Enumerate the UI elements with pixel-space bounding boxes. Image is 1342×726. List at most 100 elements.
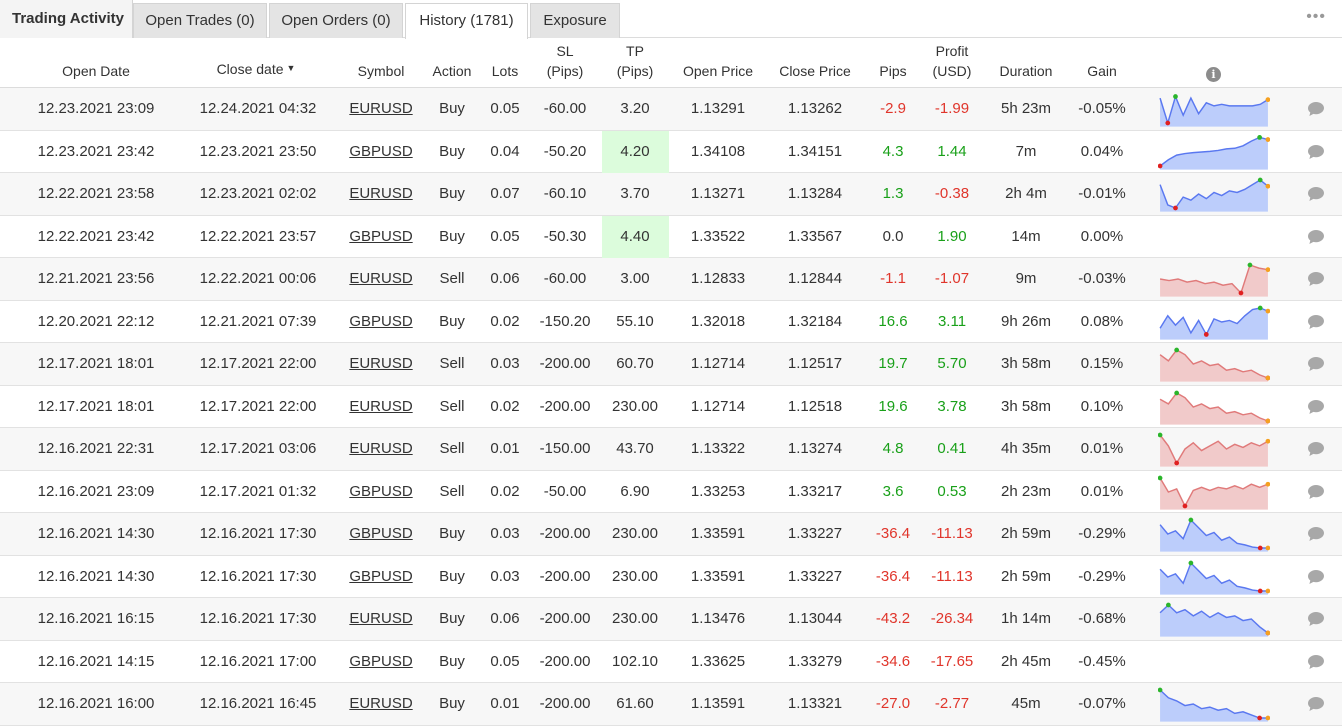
- comment-icon[interactable]: [1307, 271, 1325, 287]
- comment-icon[interactable]: [1307, 101, 1325, 117]
- sparkline-min-dot: [1174, 460, 1180, 466]
- info-icon[interactable]: i: [1206, 67, 1221, 82]
- cell-symbol[interactable]: GBPUSD: [349, 131, 412, 173]
- cell-gain: -0.29%: [1078, 525, 1126, 542]
- col-open-date[interactable]: Open Date: [62, 61, 130, 81]
- col-close-date[interactable]: Close date ▼: [217, 58, 296, 79]
- cell-symbol[interactable]: EURUSD: [349, 88, 412, 130]
- table-row[interactable]: 12.21.2021 23:56 12.22.2021 00:06 EURUSD Se…: [0, 258, 1342, 301]
- table-row[interactable]: 12.22.2021 23:58 12.23.2021 02:02 EURUSD Bu…: [0, 173, 1342, 216]
- table-row[interactable]: 12.16.2021 14:30 12.16.2021 17:30 GBPUSD Bu…: [0, 513, 1342, 556]
- cell-duration: 1h 14m: [1000, 610, 1052, 627]
- comment-icon[interactable]: [1307, 569, 1325, 585]
- cell-symbol[interactable]: EURUSD: [349, 343, 412, 385]
- cell-pips: 16.6: [878, 312, 908, 330]
- cell-close-date: 12.23.2021 23:50: [199, 142, 317, 160]
- cell-lots: 0.05: [490, 100, 520, 117]
- more-dots-icon[interactable]: •••: [1306, 8, 1326, 26]
- comment-icon[interactable]: [1307, 484, 1325, 500]
- cell-symbol[interactable]: GBPUSD: [349, 641, 412, 683]
- table-row[interactable]: 12.16.2021 14:30 12.16.2021 17:30 GBPUSD Bu…: [0, 555, 1342, 598]
- cell-symbol[interactable]: EURUSD: [349, 386, 412, 428]
- col-action[interactable]: Action: [433, 61, 472, 81]
- cell-action: Buy: [439, 652, 465, 670]
- cell-open-date: 12.22.2021 23:42: [37, 227, 155, 245]
- tab-trading-activity[interactable]: Trading Activity: [0, 0, 133, 38]
- tab-history[interactable]: History (1781): [405, 3, 528, 39]
- comment-icon[interactable]: [1307, 186, 1325, 202]
- table-row[interactable]: 12.23.2021 23:09 12.24.2021 04:32 EURUSD Bu…: [0, 88, 1342, 131]
- comment-icon[interactable]: [1307, 229, 1325, 245]
- tab-open-orders[interactable]: Open Orders (0): [269, 3, 403, 38]
- col-tp[interactable]: TP (Pips): [617, 41, 654, 81]
- comment-icon[interactable]: [1307, 611, 1325, 627]
- table-row[interactable]: 12.23.2021 23:42 12.23.2021 23:50 GBPUSD Bu…: [0, 130, 1342, 173]
- table-row[interactable]: 12.17.2021 18:01 12.17.2021 22:00 EURUSD Se…: [0, 385, 1342, 428]
- col-open-price[interactable]: Open Price: [683, 61, 753, 81]
- equity-sparkline: [1159, 517, 1270, 552]
- col-symbol[interactable]: Symbol: [358, 61, 405, 81]
- cell-duration: 4h 35m: [1000, 440, 1052, 457]
- cell-open-price: 1.33522: [690, 227, 746, 245]
- comment-icon[interactable]: [1307, 654, 1325, 670]
- cell-sl: -200.00: [539, 355, 591, 372]
- tab-exposure[interactable]: Exposure: [530, 3, 620, 38]
- comment-icon[interactable]: [1307, 399, 1325, 415]
- col-close-price[interactable]: Close Price: [779, 61, 851, 81]
- cell-symbol[interactable]: EURUSD: [349, 258, 412, 300]
- cell-lots: 0.06: [490, 610, 520, 627]
- cell-close-date: 12.16.2021 17:30: [199, 610, 317, 627]
- col-profit[interactable]: Profit (USD): [933, 41, 972, 81]
- comment-icon[interactable]: [1307, 314, 1325, 330]
- cell-sl: -150.00: [539, 440, 591, 457]
- sparkline-max-dot: [1257, 134, 1263, 140]
- cell-symbol[interactable]: EURUSD: [349, 173, 412, 215]
- table-row[interactable]: 12.16.2021 16:00 12.16.2021 16:45 EURUSD Bu…: [0, 683, 1342, 726]
- cell-open-price: 1.13476: [690, 610, 746, 627]
- cell-symbol[interactable]: EURUSD: [349, 428, 412, 470]
- table-row[interactable]: 12.16.2021 14:15 12.16.2021 17:00 GBPUSD Bu…: [0, 640, 1342, 683]
- cell-gain: 0.10%: [1080, 397, 1124, 415]
- cell-sl: -200.00: [539, 610, 591, 627]
- table-row[interactable]: 12.16.2021 22:31 12.17.2021 03:06 EURUSD Se…: [0, 428, 1342, 471]
- cell-close-price: 1.13044: [787, 610, 843, 627]
- table-row[interactable]: 12.16.2021 23:09 12.17.2021 01:32 GBPUSD Se…: [0, 470, 1342, 513]
- sparkline-min-dot: [1182, 503, 1188, 508]
- cell-symbol[interactable]: EURUSD: [349, 683, 412, 725]
- comment-icon[interactable]: [1307, 441, 1325, 457]
- table-row[interactable]: 12.20.2021 22:12 12.21.2021 07:39 GBPUSD Bu…: [0, 300, 1342, 343]
- col-duration[interactable]: Duration: [1000, 61, 1053, 81]
- cell-open-date: 12.20.2021 22:12: [37, 312, 155, 330]
- cell-symbol[interactable]: GBPUSD: [349, 471, 412, 513]
- comment-icon[interactable]: [1307, 356, 1325, 372]
- comment-icon[interactable]: [1307, 526, 1325, 542]
- col-tp-label: TP: [626, 43, 644, 59]
- cell-gain: -0.68%: [1078, 610, 1126, 627]
- equity-sparkline: [1158, 134, 1270, 170]
- cell-profit: 1.44: [937, 142, 967, 160]
- col-lots[interactable]: Lots: [492, 61, 518, 81]
- cell-symbol[interactable]: GBPUSD: [349, 556, 412, 598]
- equity-sparkline: [1159, 94, 1270, 127]
- cell-symbol[interactable]: GBPUSD: [349, 513, 412, 555]
- col-pips[interactable]: Pips: [879, 61, 906, 81]
- cell-duration: 14m: [1011, 227, 1041, 245]
- table-row[interactable]: 12.22.2021 23:42 12.22.2021 23:57 GBPUSD Bu…: [0, 215, 1342, 258]
- cell-lots: 0.02: [490, 397, 520, 415]
- equity-sparkline: [1158, 687, 1270, 722]
- cell-symbol[interactable]: EURUSD: [349, 598, 412, 640]
- table-row[interactable]: 12.17.2021 18:01 12.17.2021 22:00 EURUSD Se…: [0, 343, 1342, 386]
- cell-pips: -34.6: [875, 652, 911, 670]
- table-row[interactable]: 12.16.2021 16:15 12.16.2021 17:30 EURUSD Bu…: [0, 598, 1342, 641]
- comment-icon[interactable]: [1307, 144, 1325, 160]
- col-gain[interactable]: Gain: [1087, 61, 1117, 81]
- cell-sl: -200.00: [539, 525, 591, 542]
- equity-sparkline: [1159, 560, 1270, 595]
- equity-sparkline: [1159, 390, 1270, 425]
- cell-action: Sell: [439, 397, 465, 415]
- comment-icon[interactable]: [1307, 696, 1325, 712]
- cell-symbol[interactable]: GBPUSD: [349, 216, 412, 258]
- tab-open-trades[interactable]: Open Trades (0): [133, 3, 267, 38]
- cell-symbol[interactable]: GBPUSD: [349, 301, 412, 343]
- col-sl[interactable]: SL (Pips): [547, 41, 584, 81]
